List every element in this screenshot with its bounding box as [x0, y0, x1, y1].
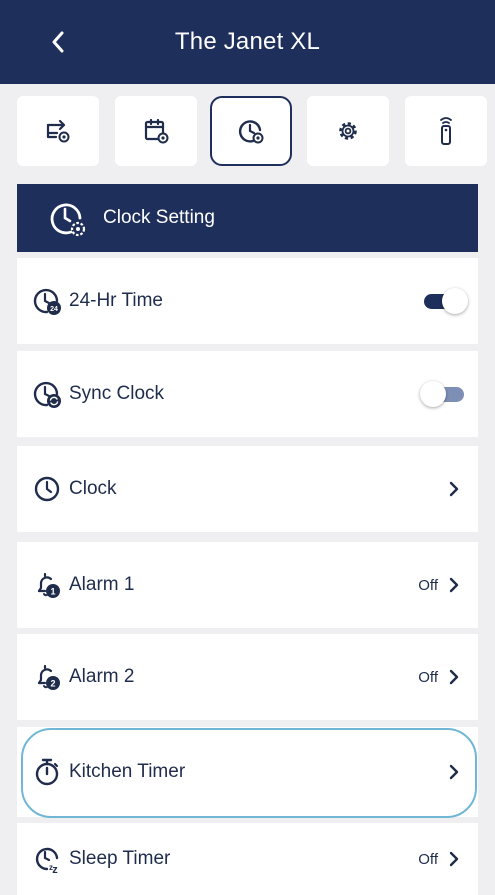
gear-icon [339, 122, 357, 140]
tab-remote[interactable] [405, 96, 487, 166]
row-clock[interactable]: Clock [17, 446, 478, 532]
sleep-timer-icon: z z [35, 847, 58, 875]
chevron-right-icon [449, 851, 459, 867]
24-hr-time-toggle[interactable] [420, 286, 468, 316]
sync-clock-toggle[interactable] [420, 379, 468, 409]
clock-sync-icon [33, 381, 61, 408]
clock-24-icon: 24 [33, 288, 61, 315]
tab-calendar-settings[interactable] [115, 96, 197, 166]
chevron-right-icon [449, 764, 459, 780]
row-label: Alarm 2 [69, 666, 135, 687]
calendar-settings-icon [144, 118, 169, 144]
stopwatch-icon [35, 758, 59, 786]
clock-settings-icon [238, 120, 264, 144]
row-kitchen-timer[interactable]: Kitchen Timer [17, 727, 478, 817]
input-settings-icon [46, 119, 70, 143]
svg-text:2: 2 [50, 679, 55, 689]
tab-clock-settings[interactable] [210, 96, 292, 166]
page-title: The Janet XL [174, 28, 321, 55]
app-header: The Janet XL [0, 0, 495, 84]
device-toolbar [0, 96, 495, 168]
clock-settings-icon [50, 203, 86, 237]
row-label: 24-Hr Time [69, 290, 163, 311]
svg-text:1: 1 [50, 587, 55, 597]
alarm-2-status: Off [418, 668, 438, 686]
sleep-timer-status: Off [418, 850, 438, 868]
clock-icon [34, 476, 60, 502]
alarm-1-status: Off [418, 576, 438, 594]
row-24-hr-time[interactable]: 24 24-Hr Time [17, 258, 478, 344]
tab-general-settings[interactable] [307, 96, 389, 166]
chevron-right-icon [449, 481, 459, 497]
tab-input-settings[interactable] [17, 96, 99, 166]
row-alarm-2[interactable]: 2 Alarm 2 Off [17, 634, 478, 720]
section-header-clock-setting: Clock Setting [17, 184, 478, 252]
back-button[interactable] [38, 22, 78, 62]
section-title: Clock Setting [103, 207, 215, 228]
row-sync-clock[interactable]: Sync Clock [17, 351, 478, 437]
chevron-right-icon [449, 577, 459, 593]
remote-control-icon [440, 117, 452, 145]
alarm-2-icon: 2 [37, 664, 60, 690]
chevron-right-icon [449, 669, 459, 685]
row-label: Kitchen Timer [69, 761, 186, 782]
alarm-1-icon: 1 [37, 572, 60, 598]
chevron-left-icon [52, 31, 64, 53]
svg-text:z: z [52, 864, 58, 875]
row-alarm-1[interactable]: 1 Alarm 1 Off [17, 542, 478, 628]
row-label: Clock [69, 478, 117, 499]
row-label: Sleep Timer [69, 848, 171, 869]
row-label: Alarm 1 [69, 574, 135, 595]
row-sleep-timer[interactable]: z z Sleep Timer Off [17, 823, 478, 895]
row-label: Sync Clock [69, 383, 165, 404]
svg-text:z: z [49, 863, 53, 872]
svg-text:24: 24 [50, 306, 58, 313]
